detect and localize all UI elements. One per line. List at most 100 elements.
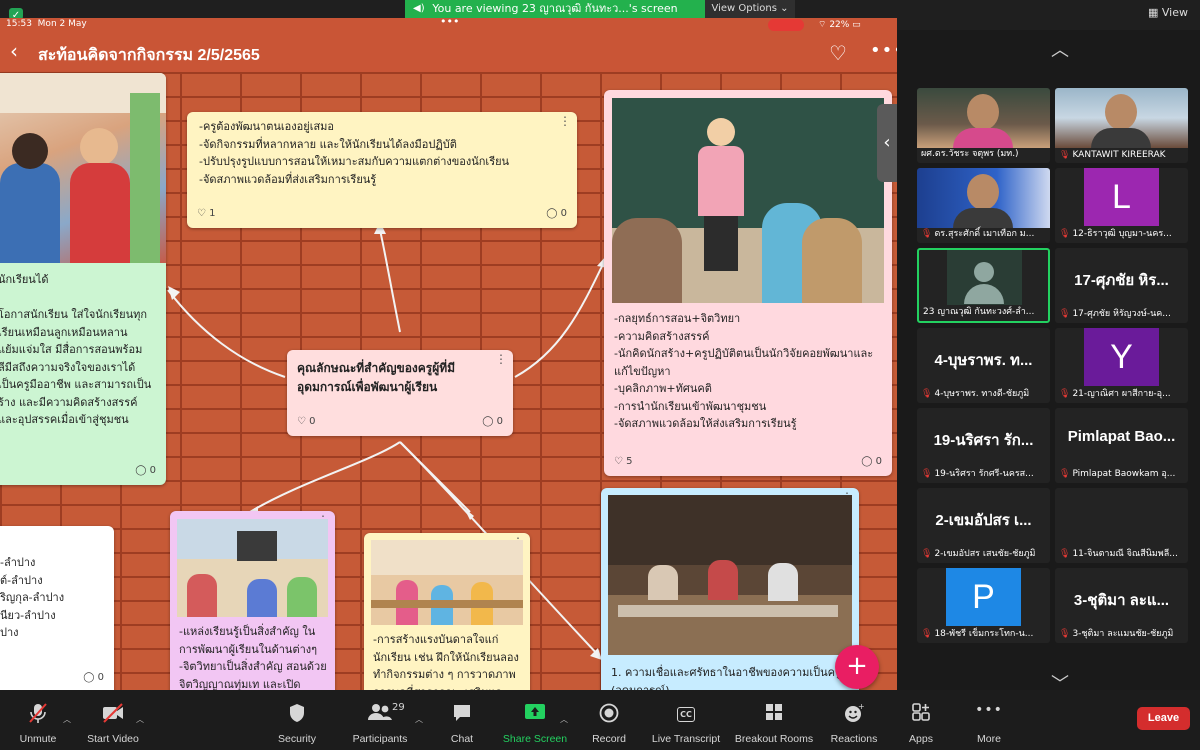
like-count[interactable]: ♡ 0 [297,416,316,427]
ipad-status-bar: 15:53 Mon 2 May ••• ⌔ 22% ▭ [0,18,897,32]
participant-name-label: 🎙 3-ชุติมา ละแมนชัย-ชัยภูมิ [1059,629,1174,639]
comment-count[interactable]: ◯ 0 [482,416,503,427]
participant-tile[interactable]: L 🎙 12-ธิราวุฒิ บุญมา-นคร... [1055,168,1188,243]
yellow-inspiration-card[interactable]: ⋮ -การสร้างแรงบันดาลใจแก่นักเรียน เช่น ฝ… [364,533,530,690]
view-button[interactable]: ▦ View [1148,6,1188,19]
yellow-inspiration-text: -การสร้างแรงบันดาลใจแก่นักเรียน เช่น ฝึก… [373,633,519,690]
participant-initial-avatar: Y [1084,328,1159,386]
heart-icon[interactable]: ♡ [829,41,847,65]
participant-display-name: Pimlapat Bao... [1067,428,1176,445]
padlet-header: ‹ สะท้อนคิดจากกิจกรรม 2/5/2565 ♡ ••• [0,32,897,72]
breakout-rooms-button[interactable]: Breakout Rooms [729,690,819,750]
comment-count[interactable]: ◯ 0 [83,672,104,683]
meeting-toolbar: ︿ Unmute ︿ Start Video Security 29 ︿ Par… [0,690,1200,750]
participant-tile[interactable]: 🎙 ดร.สุระศักดิ์ เมาเทือก ม... [917,168,1050,243]
participant-tile[interactable]: Y 🎙 21-ญาณิศา ผาสีกาย-อุ... [1055,328,1188,403]
participants-label: Participants [352,733,408,745]
security-button[interactable]: Security [252,690,342,750]
top-yellow-text: -ครูต้องพัฒนาตนเองอยู่เสมอ -จัดกิจกรรมที… [199,120,510,186]
speaker-icon: ◀) [413,3,425,14]
left-green-text: นักเรียนได้ โอกาสนักเรียน ใส่ใจนักเรียนท… [0,273,152,426]
svg-text:+: + [858,702,865,711]
like-count[interactable]: ♡ 5 [614,456,633,467]
participant-tile[interactable]: 🎙 11-จินตามณี จิณสีนิมพลี... [1055,488,1188,563]
muted-mic-icon: 🎙 [1059,629,1071,639]
blue-text: 1. ความเชื่อและศรัทธาในอาชีพของความเป็นค… [611,666,841,690]
view-options-button[interactable]: View Options ⌄ [705,0,795,18]
start-video-button[interactable]: ︿ Start Video [68,690,158,750]
gallery-up-chevron-icon[interactable]: ︿ [1051,36,1069,62]
breakout-rooms-icon [729,702,819,724]
participant-tile[interactable]: 2-เขมอัปสร เ... 🎙 2-เขมอัปสร เสนชัย-ชัยภูม… [917,488,1050,563]
closed-captions-icon: CC [641,702,731,724]
muted-mic-icon: 🎙 [1059,229,1071,239]
participant-name-label: 🎙 18-พัชรี เข็มกระโทก-น... [921,629,1034,639]
video-caret-icon[interactable]: ︿ [136,714,144,725]
muted-mic-icon: 🎙 [921,629,933,639]
participant-display-name: 2-เขมอัปสร เ... [935,512,1032,529]
participant-gallery: ︿ ผศ.ดร.วัชระ จตุพร (มท.) 🎙 KANTAWIT KIREE… [903,30,1200,695]
participant-tile[interactable]: 🎙 KANTAWIT KIREERAK [1055,88,1188,163]
zoom-window: ✓ ◀) You are viewing 23 ญาณวุฒิ กันทะว..… [0,0,1200,750]
card-photo-classroom [612,98,884,303]
participant-initial-avatar: P [946,568,1021,626]
participant-display-name: 19-นริศรา รัก... [933,432,1034,449]
participant-name-label: 🎙 21-ญาณิศา ผาสีกาย-อุ... [1059,389,1171,399]
side-panel-tab[interactable]: ‹ [877,104,897,182]
participant-name-label: 🎙 ดร.สุระศักดิ์ เมาเทือก ม... [921,229,1035,239]
muted-mic-icon: 🎙 [921,389,933,399]
video-off-icon [68,702,158,724]
left-white-card[interactable]: -ลำปาง ต์-ลำปาง ริญกุล-ลำปาง นียว-ลำปาง … [0,526,114,690]
comment-count[interactable]: ◯ 0 [135,465,156,476]
multitask-dots: ••• [440,18,460,28]
card-menu-icon[interactable]: ⋮ [559,115,571,127]
muted-mic-icon: 🎙 [1059,309,1071,319]
participant-tile[interactable]: P 🎙 18-พัชรี เข็มกระโทก-น... [917,568,1050,643]
participant-display-name: 4-บุษราพร. ท... [934,352,1033,369]
participant-name-label: 🎙 KANTAWIT KIREERAK [1059,150,1166,160]
participant-video [1055,88,1188,148]
participant-display-name: 17-ศุภชัย หิร... [1074,272,1169,289]
participant-tile[interactable]: 3-ชุติมา ละแ... 🎙 3-ชุติมา ละแมนชัย-ชัยภูม… [1055,568,1188,643]
center-topic-text: คุณลักษณะที่สำคัญของครูผู้ที่มีอุดมการณ์… [297,361,456,394]
blue-card[interactable]: ⋮ 1. ความเชื่อและศรัทธาในอาชีพของความเป็… [601,488,859,690]
more-label: More [977,733,1001,745]
comment-count[interactable]: ◯ 0 [861,456,882,467]
participant-tile[interactable]: 23 ญาณวุฒิ กันทะวงศ์-ลำ... [917,248,1050,323]
comment-count[interactable]: ◯ 0 [546,208,567,219]
card-photo-kids [0,73,166,263]
top-yellow-card[interactable]: ⋮ -ครูต้องพัฒนาตนเองอยู่เสมอ -จัดกิจกรรม… [187,112,577,228]
muted-mic-icon: 🎙 [1059,150,1071,160]
participants-icon: 29 [335,702,425,724]
center-topic-card[interactable]: ⋮ คุณลักษณะที่สำคัญของครูผู้ที่มีอุดมการ… [287,350,513,436]
participant-name-label: 23 ญาณวุฒิ กันทะวงศ์-ลำ... [923,307,1035,317]
share-banner-text: You are viewing 23 ญาณวุฒิ กันทะว...'s s… [432,2,678,15]
left-white-text: -ลำปาง ต์-ลำปาง ริญกุล-ลำปาง นียว-ลำปาง … [0,556,65,639]
battery-indicator: ⌔ 22% ▭ [818,20,861,30]
participant-name-label: 🎙 17-ศุภชัย หิรัญวงษ์-นค... [1059,309,1171,319]
more-options-icon[interactable]: ••• [870,40,897,61]
like-count[interactable]: ♡ 1 [197,208,216,219]
participant-video [917,88,1050,148]
left-green-card[interactable]: นักเรียนได้ โอกาสนักเรียน ใส่ใจนักเรียนท… [0,73,166,485]
leave-button[interactable]: Leave [1137,707,1190,730]
back-chevron-icon[interactable]: ‹ [10,41,18,61]
participant-name-label: 🎙 12-ธิราวุฒิ บุญมา-นคร... [1059,229,1172,239]
card-footer: ♡ 5 ◯ 0 [614,456,882,470]
participant-tile[interactable]: 19-นริศรา รัก... 🎙 19-นริศรา รักศรี-นครส..… [917,408,1050,483]
more-button[interactable]: ••• More [944,690,1034,750]
participant-tile[interactable]: ผศ.ดร.วัชระ จตุพร (มท.) [917,88,1050,163]
participant-tile[interactable]: Pimlapat Bao... 🎙 Pimlapat Baowkam อุ... [1055,408,1188,483]
participant-tile[interactable]: 4-บุษราพร. ท... 🎙 4-บุษราพร. ทางดี-ชัยภูมิ [917,328,1050,403]
start-video-label: Start Video [87,733,139,745]
purple-card[interactable]: ⋮ -แหล่งเรียนรู้เป็นสิ่งสำคัญ ในการพัฒนา… [170,511,335,690]
add-post-button[interactable]: + [835,645,879,689]
ipad-clock: 15:53 Mon 2 May [6,19,87,29]
participant-tile[interactable]: 17-ศุภชัย หิร... 🎙 17-ศุภชัย หิรัญวงษ์-นค.… [1055,248,1188,323]
participants-button[interactable]: 29 ︿ Participants [335,690,425,750]
right-pink-card[interactable]: -กลยุทธ์การสอน+จิตวิทยา -ความคิดสร้างสรร… [604,90,892,476]
participant-name-label: 🎙 2-เขมอัปสร เสนชัย-ชัยภูมิ [921,549,1036,559]
live-transcript-button[interactable]: CC Live Transcript [641,690,731,750]
live-transcript-label: Live Transcript [651,733,721,745]
participant-display-name: 3-ชุติมา ละแ... [1073,592,1170,609]
